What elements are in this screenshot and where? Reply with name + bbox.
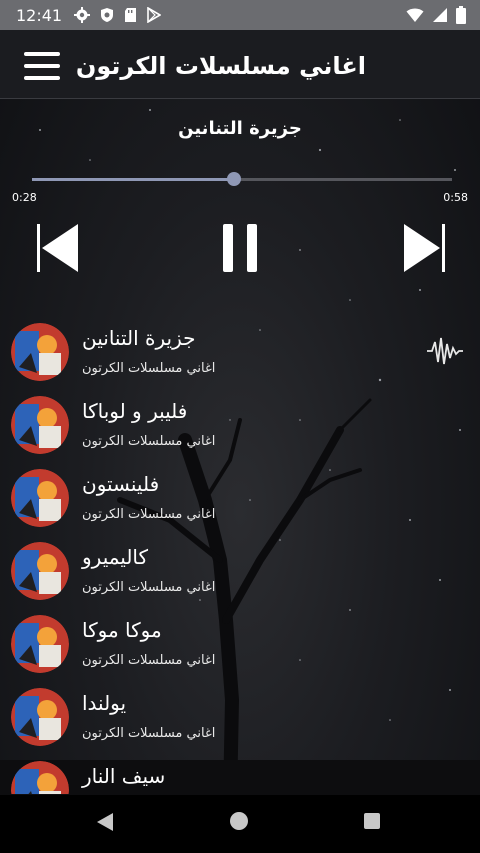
skip-next-icon[interactable] (398, 220, 448, 276)
song-list[interactable]: جزيرة التنانين اغاني مسلسلات الكرتون فلي… (0, 320, 480, 794)
song-title: موكا موكا (82, 618, 162, 642)
elapsed-time: 0:28 (12, 191, 37, 204)
gear-icon (74, 7, 91, 23)
seek-thumb[interactable] (227, 172, 241, 186)
recents-icon[interactable] (364, 813, 380, 829)
song-title: سيف النار (82, 764, 166, 788)
song-artist: اغاني مسلسلات الكرتون (82, 580, 216, 595)
list-item[interactable]: جزيرة التنانين اغاني مسلسلات الكرتون (0, 320, 480, 393)
song-title: كاليميرو (82, 545, 149, 569)
hamburger-menu-icon[interactable] (24, 52, 60, 80)
album-art (11, 323, 69, 381)
song-artist: اغاني مسلسلات الكرتون (82, 653, 216, 668)
song-title: يولندا (82, 691, 127, 715)
song-artist: اغاني مسلسلات الكرتون (82, 726, 216, 741)
album-art (11, 469, 69, 527)
album-art (11, 396, 69, 454)
cell-signal-icon (433, 8, 447, 22)
song-title: فلينستون (82, 472, 160, 496)
status-bar: 12:41 (0, 0, 480, 30)
list-item[interactable]: فلينستون اغاني مسلسلات الكرتون (0, 466, 480, 539)
now-playing-title: جزيرة التنانين (178, 118, 302, 139)
list-item[interactable]: كاليميرو اغاني مسلسلات الكرتون (0, 539, 480, 612)
album-art (11, 761, 69, 794)
app-bar: اغاني مسلسلات الكرتون (0, 30, 480, 99)
status-time: 12:41 (16, 5, 63, 25)
list-item[interactable]: سيف النار (0, 758, 480, 794)
wifi-icon (406, 8, 424, 22)
song-artist: اغاني مسلسلات الكرتون (82, 434, 216, 449)
status-right-icons (406, 6, 466, 24)
list-item[interactable]: فليبر و لوباكا اغاني مسلسلات الكرتون (0, 393, 480, 466)
album-art (11, 688, 69, 746)
home-icon[interactable] (230, 812, 248, 830)
seek-progress (32, 178, 234, 181)
list-item[interactable]: موكا موكا اغاني مسلسلات الكرتون (0, 612, 480, 685)
system-nav-bar (0, 795, 480, 853)
back-icon[interactable] (96, 812, 114, 832)
shield-icon (101, 8, 114, 22)
pause-icon[interactable] (215, 220, 265, 276)
seek-bar[interactable] (16, 170, 464, 190)
total-duration: 0:58 (443, 191, 468, 204)
skip-previous-icon[interactable] (34, 220, 84, 276)
album-art (11, 615, 69, 673)
song-title: جزيرة التنانين (82, 326, 196, 350)
play-store-icon (147, 7, 162, 23)
app-title: اغاني مسلسلات الكرتون (75, 52, 366, 80)
audio-wave-icon (427, 337, 463, 365)
list-item[interactable]: يولندا اغاني مسلسلات الكرتون (0, 685, 480, 758)
sd-card-icon (125, 8, 137, 22)
album-art (11, 542, 69, 600)
song-artist: اغاني مسلسلات الكرتون (82, 507, 216, 522)
battery-icon (456, 6, 466, 24)
song-artist: اغاني مسلسلات الكرتون (82, 361, 216, 376)
song-title: فليبر و لوباكا (82, 399, 188, 423)
status-left-icons (74, 7, 162, 23)
